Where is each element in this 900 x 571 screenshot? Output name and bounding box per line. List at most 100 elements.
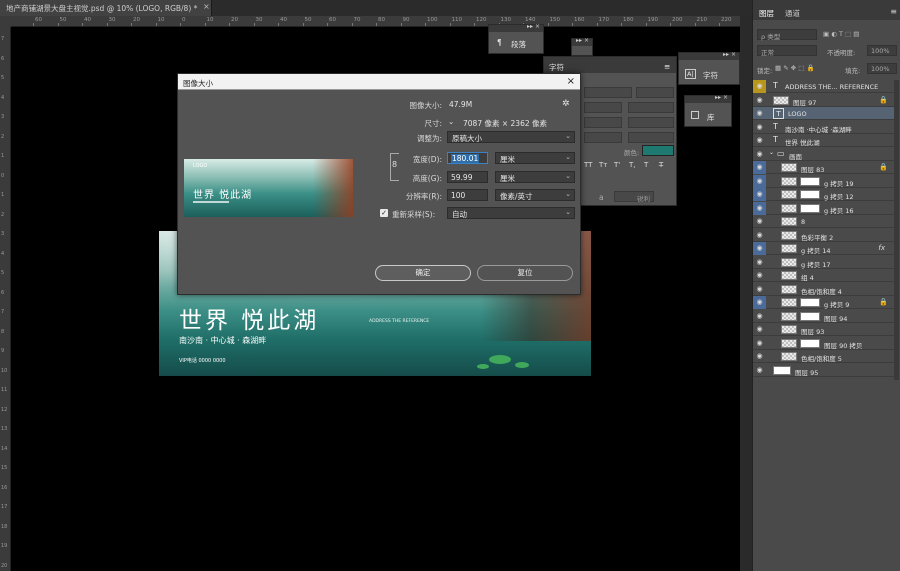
eye-icon[interactable]: ◉: [753, 134, 766, 147]
eye-icon[interactable]: ◉: [753, 174, 766, 188]
ok-button[interactable]: 确定: [375, 265, 471, 281]
eye-icon[interactable]: ◉: [753, 364, 766, 377]
layer-row[interactable]: ◉ 图层 90 拷贝: [753, 337, 894, 350]
panel-controls[interactable]: ▸▸ ×: [715, 94, 728, 101]
eye-icon[interactable]: ◉: [753, 107, 766, 120]
layer-row[interactable]: ◉ g 拷贝 9 🔒: [753, 296, 894, 309]
layer-thumbnail[interactable]: [781, 203, 797, 213]
eye-icon[interactable]: ◉: [753, 201, 766, 215]
eye-icon[interactable]: ◉: [753, 350, 766, 363]
eye-icon[interactable]: ◉: [753, 283, 766, 296]
layer-row[interactable]: ◉ 8: [753, 215, 894, 228]
layer-row[interactable]: ◉ 色彩平衡 2: [753, 229, 894, 242]
type-style-button[interactable]: T': [614, 161, 620, 169]
layer-thumbnail[interactable]: [781, 338, 797, 348]
layer-thumbnail[interactable]: [781, 271, 797, 280]
paragraph-label[interactable]: 段落: [511, 39, 526, 50]
layer-thumbnail[interactable]: [781, 190, 797, 199]
layer-mask-thumbnail[interactable]: [800, 176, 820, 186]
paragraph-panel[interactable]: ▸▸ × ¶ 段落: [488, 23, 544, 54]
layer-thumbnail[interactable]: [781, 284, 797, 294]
panel-header[interactable]: ▸▸ ×: [572, 37, 592, 46]
dialog-titlebar[interactable]: 图像大小 ×: [178, 74, 580, 90]
type-style-button[interactable]: TT: [584, 161, 592, 169]
tab-layers[interactable]: 图层: [759, 8, 774, 19]
text-color-swatch[interactable]: [642, 145, 674, 156]
tracking-field[interactable]: [628, 117, 674, 128]
panel-header[interactable]: ▸▸ ×: [685, 94, 731, 103]
panel-menu-icon[interactable]: ≡: [890, 7, 897, 16]
chevron-down-icon[interactable]: ⌄: [769, 149, 774, 156]
eye-icon[interactable]: ◉: [753, 269, 766, 282]
eye-icon[interactable]: ◉: [753, 337, 766, 350]
height-unit-select[interactable]: 厘米 ⌄: [495, 171, 575, 183]
layer-row[interactable]: ◉ 色相/饱和度 5: [753, 350, 894, 363]
eye-icon[interactable]: ◉: [753, 148, 766, 161]
character-tab[interactable]: 字符: [549, 62, 564, 73]
layer-row[interactable]: ◉ 图层 83 🔒: [753, 161, 894, 174]
layer-thumbnail[interactable]: [781, 217, 797, 226]
resolution-unit-select[interactable]: 像素/英寸 ⌄: [495, 189, 575, 201]
antialias-select[interactable]: 锐利: [614, 191, 654, 203]
layer-row[interactable]: ◉ g 拷贝 14 fx: [753, 242, 894, 255]
type-style-button[interactable]: T̶: [659, 161, 663, 169]
layer-row[interactable]: ◉ 图层 97 🔒: [753, 94, 894, 107]
document-tab[interactable]: 地产商铺湖景大盘主视觉.psd @ 10% (LOGO, RGB/8) * ×: [0, 0, 212, 16]
eye-icon[interactable]: ◉: [753, 229, 766, 242]
width-unit-select[interactable]: 厘米 ⌄: [495, 152, 575, 164]
layer-row[interactable]: ◉ T ADDRESS THE... REFERENCE: [753, 80, 894, 93]
layer-row[interactable]: ◉ g 拷贝 17: [753, 256, 894, 269]
layer-thumbnail[interactable]: [781, 244, 797, 253]
type-style-button[interactable]: T: [644, 161, 648, 169]
image-preview[interactable]: LOGO 世界 悦此湖: [184, 159, 353, 217]
panel-controls[interactable]: ▸▸ ×: [723, 51, 736, 58]
kerning-field[interactable]: [584, 117, 622, 128]
canvas-scrollbar[interactable]: [740, 16, 752, 571]
layer-mask-thumbnail[interactable]: [773, 365, 791, 375]
layer-thumbnail[interactable]: [781, 325, 797, 334]
font-style-select[interactable]: [636, 87, 674, 98]
horizontal-ruler[interactable]: 60 50 40 30 20 10 0 10 20 30 40 50 60 70 80 90 100 110 120…: [11, 16, 752, 27]
layer-kind-filter[interactable]: ρ 类型: [757, 29, 817, 41]
eye-icon[interactable]: ◉: [753, 323, 766, 336]
layer-thumbnail[interactable]: [781, 298, 797, 307]
eye-icon[interactable]: ◉: [753, 188, 766, 201]
eye-icon[interactable]: ◉: [753, 242, 766, 255]
eye-icon[interactable]: ◉: [753, 296, 766, 309]
vertical-scale-field[interactable]: [584, 132, 622, 143]
layer-row[interactable]: ◉ T 南沙南 ·中心城 ·森湖畔: [753, 121, 894, 134]
layer-row[interactable]: ◉ 组 4: [753, 269, 894, 282]
library-panel[interactable]: ▸▸ × 库: [684, 94, 732, 127]
close-icon[interactable]: ×: [203, 2, 210, 11]
layer-row[interactable]: ◉ 色相/饱和度 4: [753, 283, 894, 296]
library-label[interactable]: 库: [707, 112, 715, 123]
fill-field[interactable]: 100%: [867, 63, 897, 74]
layer-row[interactable]: ◉ g 拷贝 12: [753, 188, 894, 201]
leading-field[interactable]: [628, 102, 674, 113]
eye-icon[interactable]: ◉: [753, 80, 766, 93]
eye-icon[interactable]: ◉: [753, 310, 766, 323]
type-style-button[interactable]: T,: [629, 161, 636, 169]
font-size-field[interactable]: [584, 102, 622, 113]
fx-icon[interactable]: fx: [878, 244, 885, 252]
layer-row[interactable]: ◉ 图层 93: [753, 323, 894, 336]
vertical-ruler[interactable]: 7 6 5 4 3 2 1 0 1 2 3 4 5 6 7 8 9 10 11 12 13 14 15 16 17 18 19 20: [0, 27, 11, 571]
opacity-field[interactable]: 100%: [867, 45, 897, 56]
blend-mode-select[interactable]: 正常: [757, 45, 817, 57]
type-style-button[interactable]: Tт: [599, 161, 607, 169]
resample-checkbox[interactable]: ✓: [380, 209, 388, 217]
resolution-input[interactable]: 100: [447, 189, 488, 201]
layer-row[interactable]: ◉ T 世界 悦此湖: [753, 134, 894, 147]
layer-thumbnail[interactable]: [781, 352, 797, 361]
eye-icon[interactable]: ◉: [753, 256, 766, 269]
eye-icon[interactable]: ◉: [753, 161, 766, 174]
layer-mask-thumbnail[interactable]: [800, 190, 820, 199]
panel-menu-icon[interactable]: ≡: [664, 62, 670, 71]
layer-thumbnail[interactable]: [781, 163, 797, 172]
character-collapsed-header[interactable]: ▸▸ ×: [571, 37, 593, 56]
filter-icons[interactable]: ▣ ◐ T ⬚ ▤: [823, 30, 859, 38]
fit-to-select[interactable]: 原稿大小 ⌄: [447, 131, 575, 143]
panel-header[interactable]: ▸▸ ×: [489, 23, 543, 32]
tab-channels[interactable]: 通道: [785, 8, 800, 19]
font-family-select[interactable]: [584, 87, 632, 98]
